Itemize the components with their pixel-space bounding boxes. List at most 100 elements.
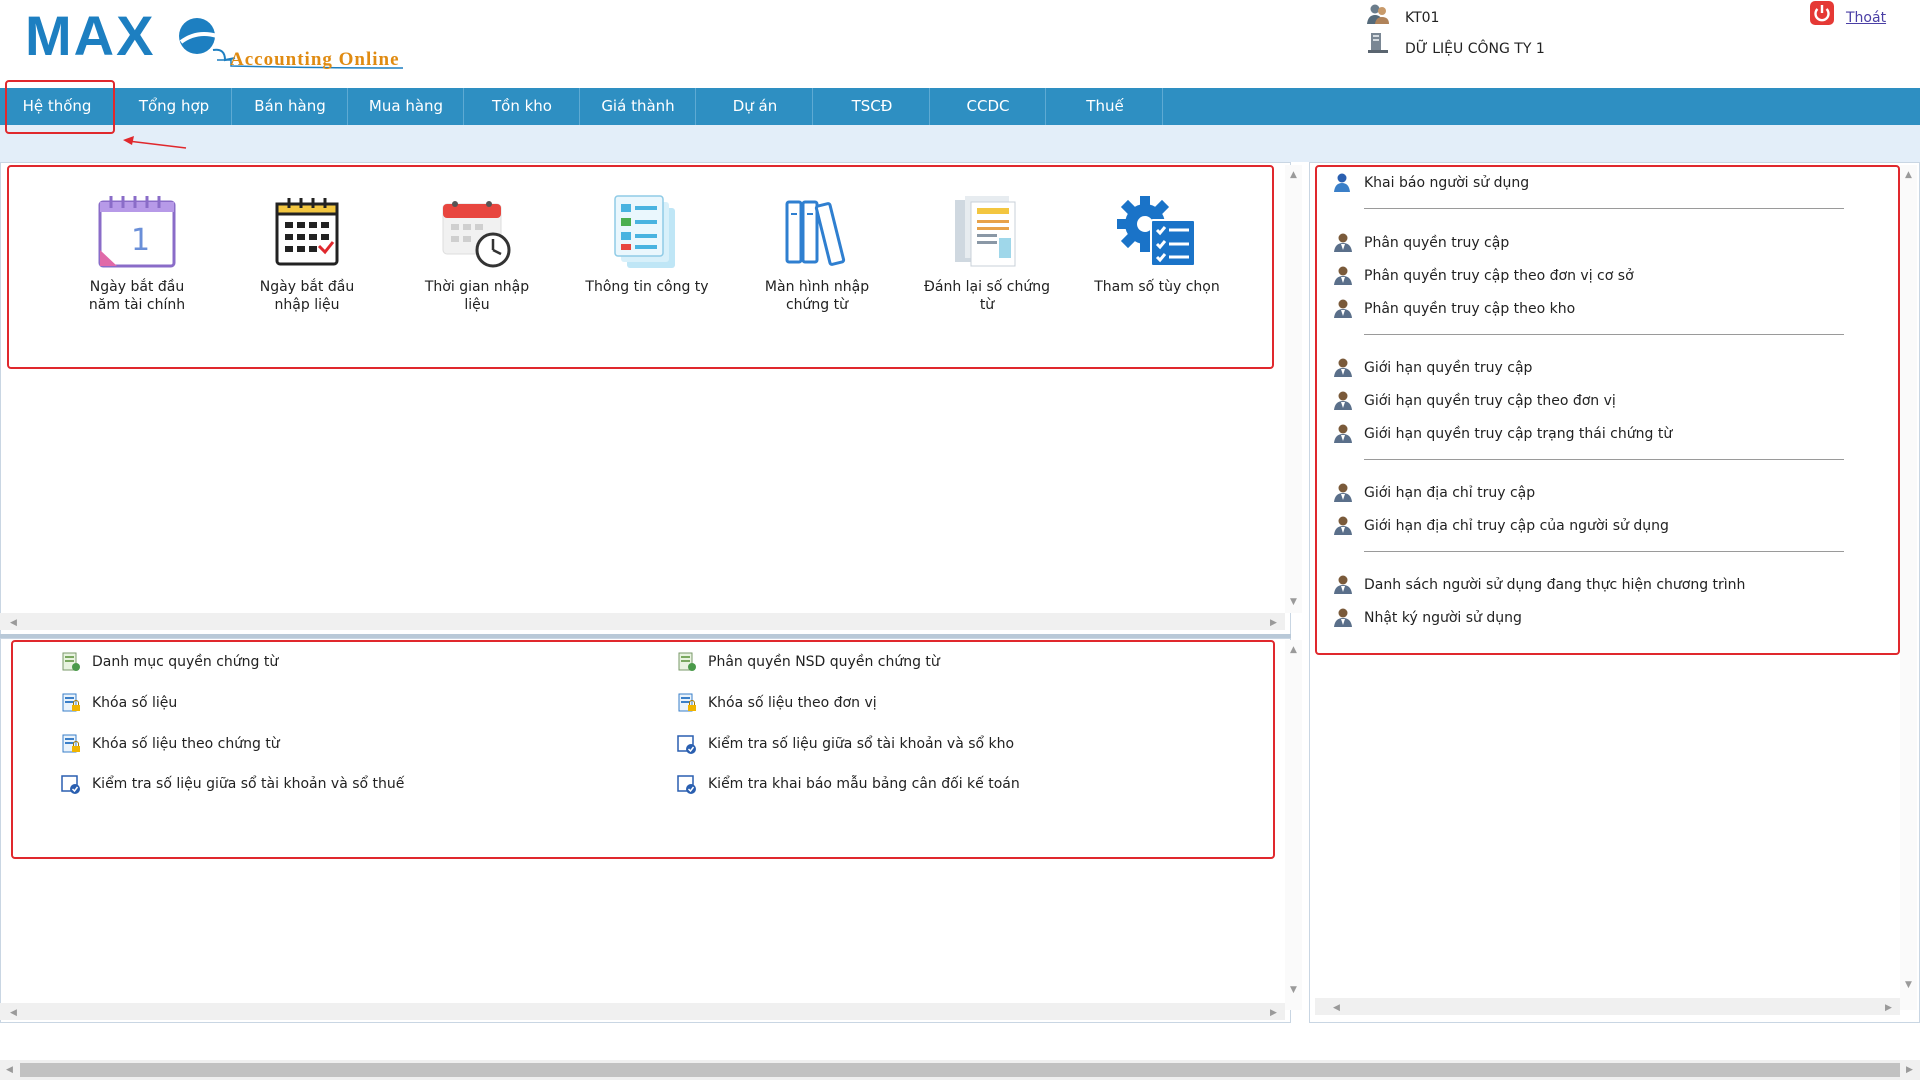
link-limit-ip-address[interactable]: Giới hạn địa chỉ truy cập <box>1332 482 1535 504</box>
calendar-one-icon: 1 <box>98 196 176 268</box>
user-icon <box>1334 266 1352 285</box>
link-lock-data-by-unit[interactable]: Khóa số liệu theo đơn vị <box>676 692 877 714</box>
database-icon <box>1368 33 1388 53</box>
link-limit-ip-address-by-user[interactable]: Giới hạn địa chỉ truy cập của người sử d… <box>1332 515 1669 537</box>
company-label: DỮ LIỆU CÔNG TY 1 <box>1405 41 1545 57</box>
link-label: Giới hạn địa chỉ truy cập của người sử d… <box>1364 518 1669 534</box>
link-check-balance-sheet-template[interactable]: Kiểm tra khai báo mẫu bảng cân đối kế to… <box>676 773 1020 795</box>
tile-data-entry-period[interactable]: Thời gian nhập liệu <box>402 194 552 314</box>
link-label: Kiểm tra số liệu giữa sổ tài khoản và sổ… <box>92 776 405 792</box>
calendar-grid-icon <box>275 198 339 266</box>
page-hscroll[interactable]: ◀ ▶ <box>0 1060 1920 1080</box>
link-label: Phân quyền truy cập <box>1364 235 1510 251</box>
tile-company-info[interactable]: Thông tin công ty <box>572 194 722 296</box>
tile-fiscal-year-start[interactable]: 1 Ngày bắt đầu năm tài chính <box>62 194 212 314</box>
link-label: Phân quyền NSD quyền chứng từ <box>708 654 940 670</box>
menu-tong-hop[interactable]: Tổng hợp <box>117 88 232 125</box>
link-user-voucher-permission[interactable]: Phân quyền NSD quyền chứng từ <box>676 651 940 673</box>
scroll-right-icon[interactable]: ▶ <box>1906 1065 1913 1075</box>
tools-vscroll[interactable] <box>1285 640 1302 1010</box>
link-label: Khóa số liệu <box>92 695 178 711</box>
link-access-permission-by-unit[interactable]: Phân quyền truy cập theo đơn vị cơ sở <box>1332 265 1634 287</box>
doc-settings-icon <box>62 652 80 671</box>
menu-gia-thanh[interactable]: Giá thành <box>581 88 696 125</box>
page-hscroll-thumb[interactable] <box>20 1063 1900 1077</box>
tile-voucher-entry-screen[interactable]: Màn hình nhập chứng từ <box>742 194 892 314</box>
scroll-left-icon[interactable]: ◀ <box>1333 1003 1340 1013</box>
svg-text:1: 1 <box>131 223 150 258</box>
menu-tscd[interactable]: TSCĐ <box>815 88 930 125</box>
logo-graphic: MAX Accounting Online <box>25 4 404 70</box>
link-label: Giới hạn quyền truy cập theo đơn vị <box>1364 393 1616 409</box>
link-user-log[interactable]: Nhật ký người sử dụng <box>1332 607 1522 629</box>
submenu-bar <box>0 125 1920 162</box>
link-lock-data[interactable]: Khóa số liệu <box>60 692 177 714</box>
logout-link[interactable]: Thoát <box>1846 10 1886 26</box>
user-icon <box>1334 424 1352 443</box>
tile-label: liệu <box>464 297 490 313</box>
username-label: KT01 <box>1405 10 1440 26</box>
user-icon <box>1334 233 1352 252</box>
tile-data-entry-start[interactable]: Ngày bắt đầu nhập liệu <box>232 194 382 314</box>
user-icon <box>1334 391 1352 410</box>
scroll-right-icon[interactable]: ▶ <box>1885 1003 1892 1013</box>
menu-ban-hang[interactable]: Bán hàng <box>233 88 348 125</box>
scroll-left-icon[interactable]: ◀ <box>10 1008 17 1018</box>
link-voucher-permission-catalog[interactable]: Danh mục quyền chứng từ <box>60 651 278 673</box>
link-label: Phân quyền truy cập theo đơn vị cơ sở <box>1364 268 1634 284</box>
link-limit-access[interactable]: Giới hạn quyền truy cập <box>1332 357 1532 379</box>
menu-ccdc[interactable]: CCDC <box>931 88 1046 125</box>
user-admin-hscroll[interactable] <box>1315 998 1900 1015</box>
scroll-right-icon[interactable]: ▶ <box>1270 618 1277 628</box>
tile-label: nhập liệu <box>274 297 340 313</box>
menu-mua-hang[interactable]: Mua hàng <box>349 88 464 125</box>
tile-label: chứng từ <box>785 297 848 313</box>
user-admin-vscroll[interactable] <box>1900 165 1917 1010</box>
tile-label: Ngày bắt đầu <box>89 279 185 295</box>
menu-du-an[interactable]: Dự án <box>698 88 813 125</box>
binders-icon <box>785 200 846 266</box>
link-check-ledger-vs-tax[interactable]: Kiểm tra số liệu giữa sổ tài khoản và sổ… <box>60 773 404 795</box>
tile-renumber-vouchers[interactable]: Đánh lại số chứng từ <box>912 194 1062 314</box>
link-label: Khóa số liệu theo chứng từ <box>92 736 280 752</box>
quick-access-hscroll[interactable] <box>0 613 1285 630</box>
tile-label: Đánh lại số chứng <box>924 279 1050 295</box>
scroll-right-icon[interactable]: ▶ <box>1270 1008 1277 1018</box>
scroll-up-icon[interactable]: ▲ <box>1290 170 1297 180</box>
scroll-up-icon[interactable]: ▲ <box>1905 170 1912 180</box>
document-list-icon <box>614 195 675 268</box>
link-active-users-list[interactable]: Danh sách người sử dụng đang thực hiện c… <box>1332 574 1745 596</box>
logo-tagline: Accounting Online <box>230 49 400 70</box>
user-icon <box>1334 608 1352 627</box>
scroll-down-icon[interactable]: ▼ <box>1290 597 1297 607</box>
scroll-down-icon[interactable]: ▼ <box>1290 985 1297 995</box>
scroll-left-icon[interactable]: ◀ <box>6 1065 13 1075</box>
link-label: Kiểm tra số liệu giữa sổ tài khoản và sổ… <box>708 736 1015 752</box>
separator <box>1364 208 1844 209</box>
link-label: Phân quyền truy cập theo kho <box>1364 301 1576 317</box>
scroll-left-icon[interactable]: ◀ <box>10 618 17 628</box>
link-limit-access-by-unit[interactable]: Giới hạn quyền truy cập theo đơn vị <box>1332 390 1616 412</box>
user-icon <box>1334 575 1352 594</box>
doc-lock-icon <box>62 693 80 712</box>
link-label: Nhật ký người sử dụng <box>1364 610 1522 626</box>
doc-check-icon <box>677 735 696 754</box>
power-icon[interactable] <box>1809 0 1835 26</box>
menu-thue[interactable]: Thuế <box>1048 88 1163 125</box>
link-limit-access-voucher-status[interactable]: Giới hạn quyền truy cập trạng thái chứng… <box>1332 423 1672 445</box>
quick-access-vscroll[interactable] <box>1285 165 1302 613</box>
tile-options[interactable]: Tham số tùy chọn <box>1082 194 1232 296</box>
user-icon <box>1334 358 1352 377</box>
tools-hscroll[interactable] <box>0 1003 1285 1020</box>
link-lock-data-by-voucher[interactable]: Khóa số liệu theo chứng từ <box>60 733 280 755</box>
link-declare-user[interactable]: Khai báo người sử dụng <box>1332 172 1529 194</box>
logo-wordmark: MAX <box>25 10 155 67</box>
link-access-permission-by-warehouse[interactable]: Phân quyền truy cập theo kho <box>1332 298 1575 320</box>
link-check-ledger-vs-inventory[interactable]: Kiểm tra số liệu giữa sổ tài khoản và sổ… <box>676 733 1014 755</box>
scroll-down-icon[interactable]: ▼ <box>1905 980 1912 990</box>
tile-label: từ <box>979 297 995 313</box>
menu-ton-kho[interactable]: Tồn kho <box>465 88 580 125</box>
calendar-clock-icon <box>442 201 511 268</box>
scroll-up-icon[interactable]: ▲ <box>1290 645 1297 655</box>
link-access-permission[interactable]: Phân quyền truy cập <box>1332 232 1509 254</box>
